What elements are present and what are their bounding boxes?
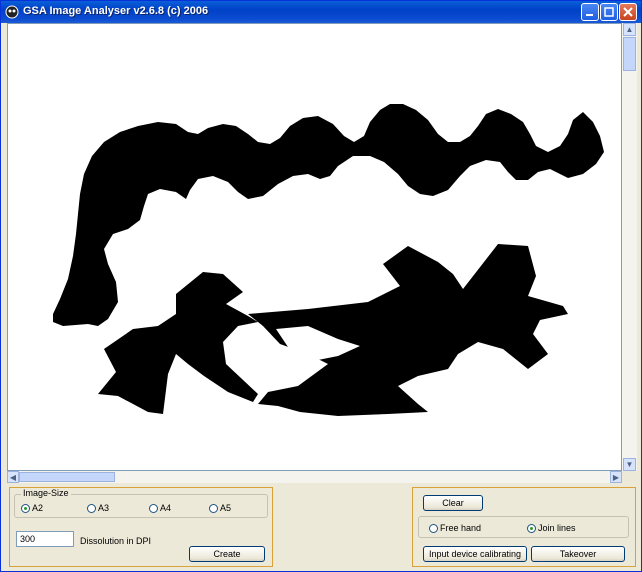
- calibrate-button[interactable]: Input device calibrating: [423, 546, 527, 562]
- radio-a2-icon[interactable]: [21, 503, 30, 513]
- radio-size-a5[interactable]: A5: [209, 503, 231, 513]
- radio-join-lines-label: Join lines: [538, 523, 576, 533]
- maximize-button[interactable]: [600, 3, 618, 21]
- minimize-button[interactable]: [581, 3, 599, 21]
- scroll-corner: [622, 471, 637, 483]
- close-button[interactable]: [619, 3, 637, 21]
- scroll-up-icon[interactable]: ▲: [623, 23, 636, 36]
- radio-join-lines[interactable]: Join lines: [527, 523, 576, 533]
- radio-size-a3[interactable]: A3: [87, 503, 109, 513]
- draw-settings-panel: Clear Free hand Join lines Input device …: [412, 487, 636, 567]
- clear-button[interactable]: Clear: [423, 495, 483, 511]
- radio-size-a4[interactable]: A4: [149, 503, 171, 513]
- draw-mode-group: Free hand Join lines: [418, 516, 629, 538]
- minimize-icon: [586, 14, 593, 16]
- app-icon: [5, 5, 19, 19]
- radio-join-lines-icon[interactable]: [527, 523, 536, 533]
- title-bar[interactable]: GSA Image Analyser v2.6.8 (c) 2006: [1, 1, 641, 23]
- radio-size-a4-label: A4: [160, 503, 172, 513]
- radio-size-a2[interactable]: A2: [21, 503, 43, 513]
- app-window: GSA Image Analyser v2.6.8 (c) 2006 ▲ ▼ ◀…: [0, 0, 642, 572]
- radio-free-hand-label: Free hand: [440, 523, 482, 533]
- spiky-shape-left: [98, 272, 258, 414]
- resolution-input[interactable]: [16, 531, 74, 547]
- radio-free-hand[interactable]: Free hand: [429, 523, 481, 533]
- resolution-label: Dissolution in DPI: [80, 536, 152, 546]
- radio-size-a2-label: A2: [32, 503, 44, 513]
- image-size-group: Image-Size A2 A3 A4 A5: [14, 488, 268, 518]
- maximize-icon: [604, 7, 614, 17]
- radio-a5-icon[interactable]: [209, 503, 218, 513]
- image-settings-panel: Image-Size A2 A3 A4 A5 Dissolution in DP…: [9, 487, 273, 567]
- scroll-down-icon[interactable]: ▼: [623, 458, 636, 471]
- close-icon: [623, 7, 633, 17]
- drawn-shapes: [53, 104, 604, 416]
- window-title: GSA Image Analyser v2.6.8 (c) 2006: [23, 5, 209, 17]
- scroll-right-icon[interactable]: ▶: [610, 471, 622, 483]
- radio-free-hand-icon[interactable]: [429, 523, 438, 533]
- horizontal-scroll-thumb[interactable]: [19, 472, 115, 482]
- drawing-canvas[interactable]: [7, 23, 622, 471]
- radio-a3-icon[interactable]: [87, 503, 96, 513]
- takeover-button[interactable]: Takeover: [531, 546, 625, 562]
- create-button[interactable]: Create: [189, 546, 265, 562]
- radio-a4-icon[interactable]: [149, 503, 158, 513]
- radio-size-a5-label: A5: [220, 503, 232, 513]
- image-size-legend: Image-Size: [21, 488, 71, 498]
- radio-size-a3-label: A3: [98, 503, 110, 513]
- horizontal-scrollbar[interactable]: ◀ ▶: [7, 471, 622, 483]
- scroll-left-icon[interactable]: ◀: [7, 471, 19, 483]
- vertical-scroll-thumb[interactable]: [623, 37, 636, 71]
- vertical-scrollbar[interactable]: ▲ ▼: [622, 23, 637, 471]
